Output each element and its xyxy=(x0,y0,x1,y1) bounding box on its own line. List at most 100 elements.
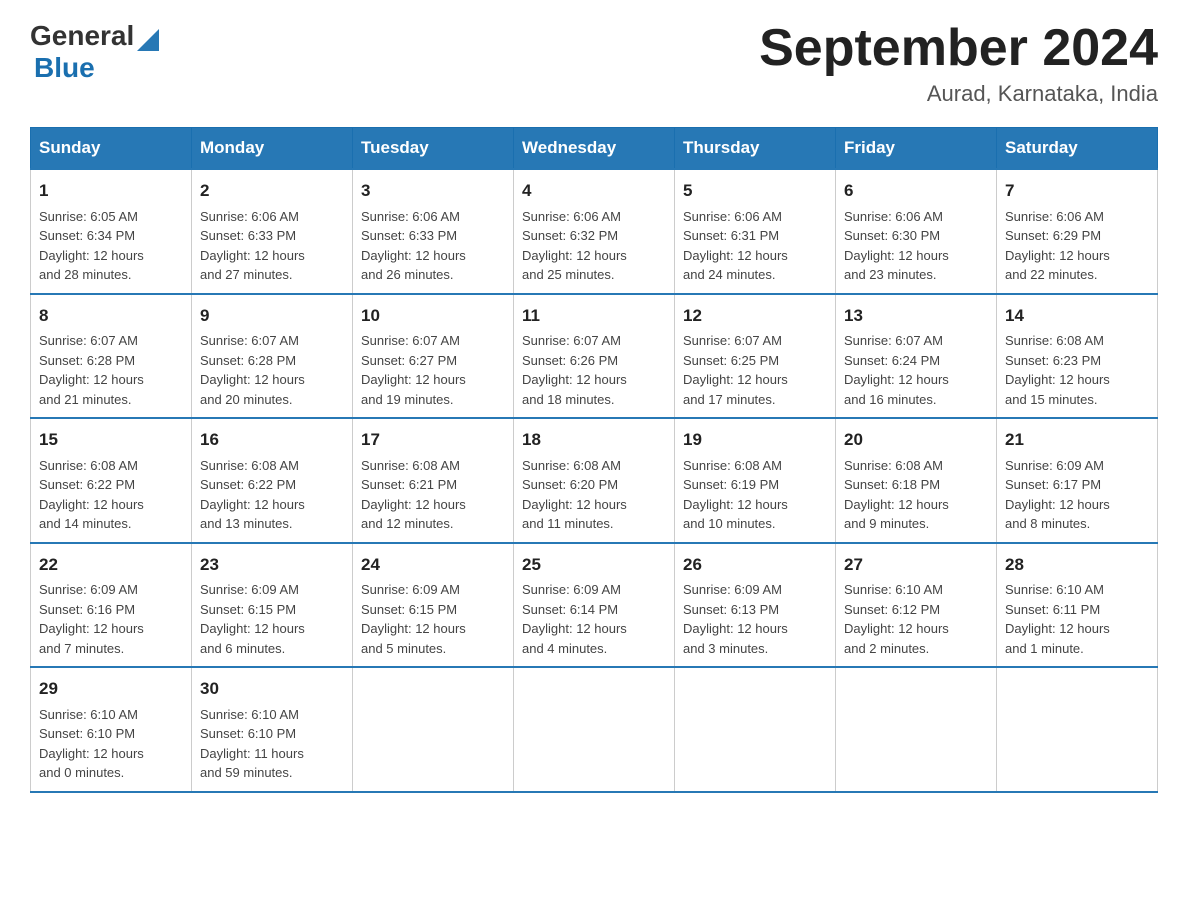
calendar-cell: 13Sunrise: 6:07 AMSunset: 6:24 PMDayligh… xyxy=(836,294,997,419)
day-info: Sunrise: 6:08 AMSunset: 6:18 PMDaylight:… xyxy=(844,456,988,534)
day-info: Sunrise: 6:06 AMSunset: 6:33 PMDaylight:… xyxy=(361,207,505,285)
day-info: Sunrise: 6:09 AMSunset: 6:16 PMDaylight:… xyxy=(39,580,183,658)
calendar-cell: 3 Sunrise: 6:06 AMSunset: 6:33 PMDaylight… xyxy=(353,169,514,294)
calendar-cell: 26Sunrise: 6:09 AMSunset: 6:13 PMDayligh… xyxy=(675,543,836,668)
day-info: Sunrise: 6:08 AMSunset: 6:23 PMDaylight:… xyxy=(1005,331,1149,409)
calendar-cell: 9Sunrise: 6:07 AMSunset: 6:28 PMDaylight… xyxy=(192,294,353,419)
day-number: 5 xyxy=(683,178,827,204)
logo-row2: Blue xyxy=(34,52,159,84)
logo-blue-text: Blue xyxy=(34,52,95,83)
weekday-header-row: SundayMondayTuesdayWednesdayThursdayFrid… xyxy=(31,128,1158,170)
day-info: Sunrise: 6:07 AMSunset: 6:28 PMDaylight:… xyxy=(39,331,183,409)
day-number: 22 xyxy=(39,552,183,578)
day-number: 15 xyxy=(39,427,183,453)
day-number: 12 xyxy=(683,303,827,329)
day-info: Sunrise: 6:10 AMSunset: 6:12 PMDaylight:… xyxy=(844,580,988,658)
day-number: 17 xyxy=(361,427,505,453)
day-info: Sunrise: 6:10 AMSunset: 6:11 PMDaylight:… xyxy=(1005,580,1149,658)
day-info: Sunrise: 6:07 AMSunset: 6:26 PMDaylight:… xyxy=(522,331,666,409)
weekday-header-thursday: Thursday xyxy=(675,128,836,170)
day-info: Sunrise: 6:05 AMSunset: 6:34 PMDaylight:… xyxy=(39,207,183,285)
day-number: 2 xyxy=(200,178,344,204)
logo-triangle-icon xyxy=(137,23,159,51)
day-number: 6 xyxy=(844,178,988,204)
day-number: 23 xyxy=(200,552,344,578)
day-info: Sunrise: 6:06 AMSunset: 6:31 PMDaylight:… xyxy=(683,207,827,285)
day-info: Sunrise: 6:08 AMSunset: 6:21 PMDaylight:… xyxy=(361,456,505,534)
logo-row1: General xyxy=(30,20,159,52)
calendar-cell: 20 Sunrise: 6:08 AMSunset: 6:18 PMDayligh… xyxy=(836,418,997,543)
calendar-cell xyxy=(997,667,1158,792)
day-info: Sunrise: 6:07 AMSunset: 6:28 PMDaylight:… xyxy=(200,331,344,409)
calendar-cell xyxy=(675,667,836,792)
day-info: Sunrise: 6:09 AMSunset: 6:13 PMDaylight:… xyxy=(683,580,827,658)
day-number: 13 xyxy=(844,303,988,329)
calendar-cell: 11Sunrise: 6:07 AMSunset: 6:26 PMDayligh… xyxy=(514,294,675,419)
calendar-body: 1 Sunrise: 6:05 AMSunset: 6:34 PMDaylight… xyxy=(31,169,1158,792)
day-number: 24 xyxy=(361,552,505,578)
week-row-1: 1 Sunrise: 6:05 AMSunset: 6:34 PMDaylight… xyxy=(31,169,1158,294)
calendar-cell: 10Sunrise: 6:07 AMSunset: 6:27 PMDayligh… xyxy=(353,294,514,419)
weekday-header-wednesday: Wednesday xyxy=(514,128,675,170)
day-info: Sunrise: 6:08 AMSunset: 6:19 PMDaylight:… xyxy=(683,456,827,534)
calendar-cell: 29Sunrise: 6:10 AMSunset: 6:10 PMDayligh… xyxy=(31,667,192,792)
day-info: Sunrise: 6:09 AMSunset: 6:15 PMDaylight:… xyxy=(200,580,344,658)
calendar-cell: 21 Sunrise: 6:09 AMSunset: 6:17 PMDayligh… xyxy=(997,418,1158,543)
calendar-cell: 14Sunrise: 6:08 AMSunset: 6:23 PMDayligh… xyxy=(997,294,1158,419)
day-number: 14 xyxy=(1005,303,1149,329)
month-title: September 2024 xyxy=(759,20,1158,77)
page-header: General Blue September 2024 Aurad, Karna… xyxy=(30,20,1158,107)
calendar-cell: 25Sunrise: 6:09 AMSunset: 6:14 PMDayligh… xyxy=(514,543,675,668)
calendar-cell: 2Sunrise: 6:06 AMSunset: 6:33 PMDaylight… xyxy=(192,169,353,294)
day-number: 27 xyxy=(844,552,988,578)
day-info: Sunrise: 6:09 AMSunset: 6:14 PMDaylight:… xyxy=(522,580,666,658)
calendar-cell: 30Sunrise: 6:10 AMSunset: 6:10 PMDayligh… xyxy=(192,667,353,792)
calendar-cell: 4 Sunrise: 6:06 AMSunset: 6:32 PMDaylight… xyxy=(514,169,675,294)
day-number: 8 xyxy=(39,303,183,329)
day-info: Sunrise: 6:06 AMSunset: 6:29 PMDaylight:… xyxy=(1005,207,1149,285)
weekday-header-saturday: Saturday xyxy=(997,128,1158,170)
logo: General Blue xyxy=(30,20,159,84)
day-number: 7 xyxy=(1005,178,1149,204)
weekday-header-sunday: Sunday xyxy=(31,128,192,170)
calendar-cell xyxy=(514,667,675,792)
day-info: Sunrise: 6:06 AMSunset: 6:32 PMDaylight:… xyxy=(522,207,666,285)
day-number: 9 xyxy=(200,303,344,329)
location-title: Aurad, Karnataka, India xyxy=(759,81,1158,107)
calendar-table: SundayMondayTuesdayWednesdayThursdayFrid… xyxy=(30,127,1158,793)
calendar-cell: 5 Sunrise: 6:06 AMSunset: 6:31 PMDaylight… xyxy=(675,169,836,294)
day-number: 20 xyxy=(844,427,988,453)
title-block: September 2024 Aurad, Karnataka, India xyxy=(759,20,1158,107)
day-number: 30 xyxy=(200,676,344,702)
day-number: 28 xyxy=(1005,552,1149,578)
week-row-3: 15 Sunrise: 6:08 AMSunset: 6:22 PMDayligh… xyxy=(31,418,1158,543)
day-info: Sunrise: 6:07 AMSunset: 6:24 PMDaylight:… xyxy=(844,331,988,409)
week-row-2: 8Sunrise: 6:07 AMSunset: 6:28 PMDaylight… xyxy=(31,294,1158,419)
calendar-cell: 24Sunrise: 6:09 AMSunset: 6:15 PMDayligh… xyxy=(353,543,514,668)
day-info: Sunrise: 6:07 AMSunset: 6:27 PMDaylight:… xyxy=(361,331,505,409)
day-number: 3 xyxy=(361,178,505,204)
calendar-cell: 28Sunrise: 6:10 AMSunset: 6:11 PMDayligh… xyxy=(997,543,1158,668)
logo-general-text: General xyxy=(30,20,134,52)
day-info: Sunrise: 6:10 AMSunset: 6:10 PMDaylight:… xyxy=(39,705,183,783)
calendar-cell: 1 Sunrise: 6:05 AMSunset: 6:34 PMDaylight… xyxy=(31,169,192,294)
day-number: 18 xyxy=(522,427,666,453)
day-info: Sunrise: 6:08 AMSunset: 6:22 PMDaylight:… xyxy=(39,456,183,534)
day-number: 4 xyxy=(522,178,666,204)
day-info: Sunrise: 6:09 AMSunset: 6:17 PMDaylight:… xyxy=(1005,456,1149,534)
calendar-cell: 17 Sunrise: 6:08 AMSunset: 6:21 PMDayligh… xyxy=(353,418,514,543)
calendar-cell xyxy=(836,667,997,792)
day-info: Sunrise: 6:09 AMSunset: 6:15 PMDaylight:… xyxy=(361,580,505,658)
day-number: 25 xyxy=(522,552,666,578)
calendar-cell: 23Sunrise: 6:09 AMSunset: 6:15 PMDayligh… xyxy=(192,543,353,668)
week-row-4: 22Sunrise: 6:09 AMSunset: 6:16 PMDayligh… xyxy=(31,543,1158,668)
day-number: 26 xyxy=(683,552,827,578)
day-number: 1 xyxy=(39,178,183,204)
weekday-header-friday: Friday xyxy=(836,128,997,170)
day-info: Sunrise: 6:06 AMSunset: 6:30 PMDaylight:… xyxy=(844,207,988,285)
week-row-5: 29Sunrise: 6:10 AMSunset: 6:10 PMDayligh… xyxy=(31,667,1158,792)
day-number: 11 xyxy=(522,303,666,329)
day-number: 21 xyxy=(1005,427,1149,453)
calendar-cell: 8Sunrise: 6:07 AMSunset: 6:28 PMDaylight… xyxy=(31,294,192,419)
calendar-cell: 7 Sunrise: 6:06 AMSunset: 6:29 PMDaylight… xyxy=(997,169,1158,294)
